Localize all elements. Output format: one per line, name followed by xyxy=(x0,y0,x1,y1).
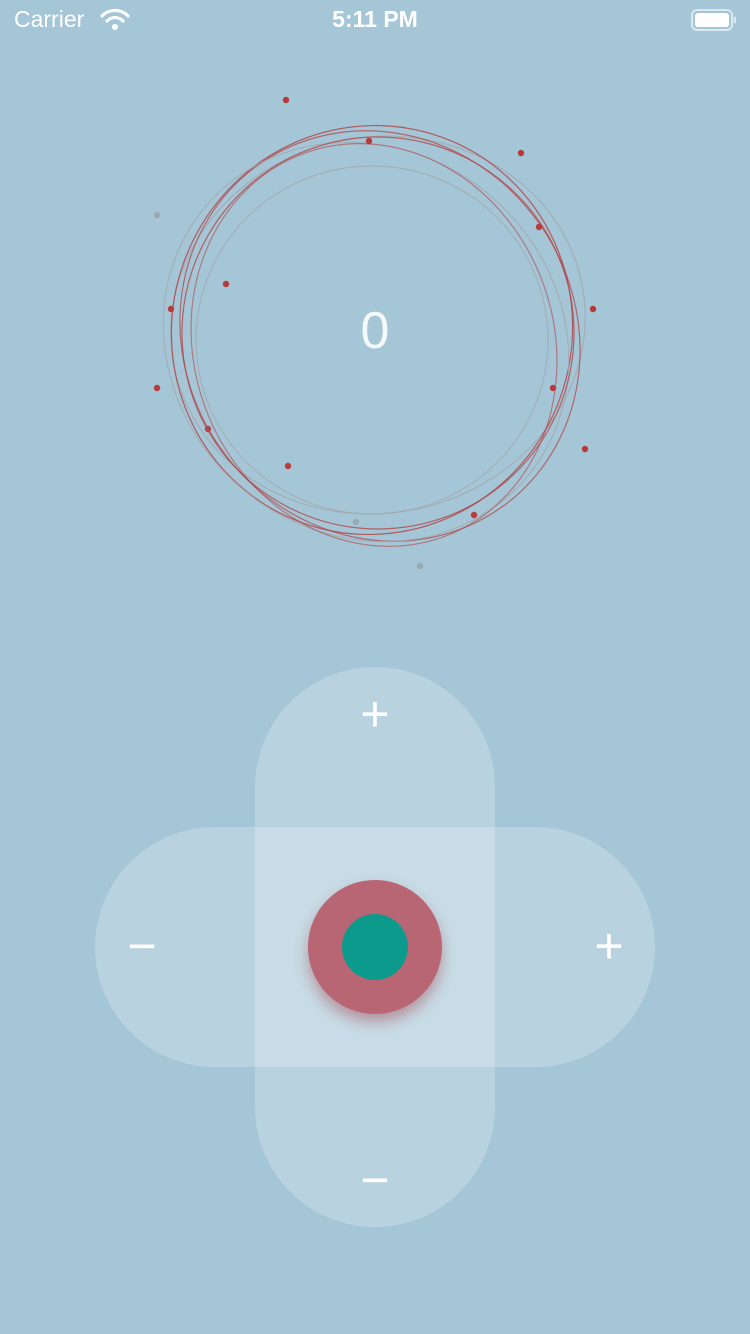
orbit-dot xyxy=(153,384,161,392)
orbit-dot xyxy=(517,149,525,157)
orbit-dot xyxy=(282,96,290,104)
orbit-dot xyxy=(352,518,360,526)
counter-value: 0 xyxy=(360,302,390,360)
decrease-down-button[interactable]: − xyxy=(335,1150,415,1210)
orbit-dot xyxy=(416,562,424,570)
increase-right-button[interactable]: + xyxy=(569,916,649,976)
orbit-dot xyxy=(549,384,557,392)
center-knob[interactable] xyxy=(308,880,442,1014)
orbit-dot xyxy=(222,280,230,288)
orbit-dot xyxy=(167,305,175,313)
decrease-left-button[interactable]: − xyxy=(102,916,182,976)
orbit-dot xyxy=(153,211,161,219)
increase-up-button[interactable]: + xyxy=(335,684,415,744)
orbit-dot xyxy=(204,425,212,433)
orbit-dot xyxy=(470,511,478,519)
orbit-dot xyxy=(581,445,589,453)
center-knob-core xyxy=(342,914,408,980)
orbit-dot xyxy=(365,137,373,145)
orbit-dot xyxy=(284,462,292,470)
orbit-dot xyxy=(535,223,543,231)
orbit-dot xyxy=(589,305,597,313)
